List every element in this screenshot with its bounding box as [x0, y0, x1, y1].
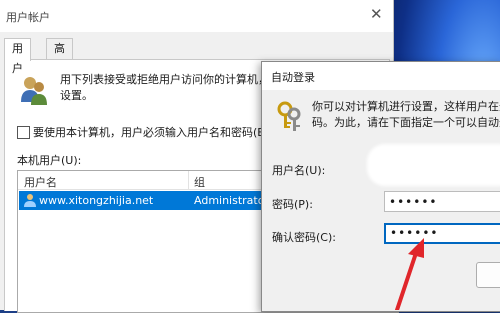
ok-button[interactable]	[476, 262, 500, 288]
dialog-title-bar: 自动登录	[262, 62, 500, 90]
column-header-username[interactable]: 用户名	[24, 174, 57, 190]
dialog-description-line: 你可以对计算机进行设置，这样用户在登录	[312, 100, 500, 113]
user-icon	[24, 194, 36, 207]
dialog-title: 自动登录	[271, 71, 315, 84]
dialog-description-line: 码。为此，请在下面指定一个可以自动登录	[312, 116, 500, 129]
column-divider[interactable]	[188, 171, 189, 189]
tab-users[interactable]: 用户	[4, 38, 31, 75]
column-header-group[interactable]: 组	[194, 174, 205, 190]
username-field[interactable]	[367, 144, 500, 186]
confirm-password-field[interactable]: ••••••	[384, 223, 500, 244]
password-label: 密码(P):	[272, 198, 313, 211]
confirm-password-label: 确认密码(C):	[272, 231, 336, 244]
username-label: 用户名(U):	[272, 164, 326, 177]
local-users-label: 本机用户(U):	[17, 154, 82, 167]
close-icon[interactable]: ✕	[370, 5, 383, 23]
users-icon	[21, 77, 47, 105]
window-title: 用户帐户	[6, 11, 50, 24]
dialog-description: 你可以对计算机进行设置，这样用户在登录 码。为此，请在下面指定一个可以自动登录	[312, 99, 500, 131]
checkbox-box[interactable]	[17, 125, 30, 139]
require-password-checkbox[interactable]: 要使用本计算机，用户必须输入用户名和密码(E)	[17, 124, 269, 140]
cell-username: www.xitongzhijia.net	[39, 194, 154, 207]
auto-logon-dialog: 自动登录 你可以对计算机进行设置，这样用户在登录 码。为此，请在下面指定一个可以…	[261, 61, 500, 312]
title-bar: 用户帐户 ✕	[0, 0, 393, 32]
password-field[interactable]: ••••••	[384, 191, 500, 212]
key-icon	[277, 101, 301, 131]
tab-advanced[interactable]: 高级	[46, 38, 73, 75]
checkbox-label: 要使用本计算机，用户必须输入用户名和密码(E)	[33, 126, 269, 139]
